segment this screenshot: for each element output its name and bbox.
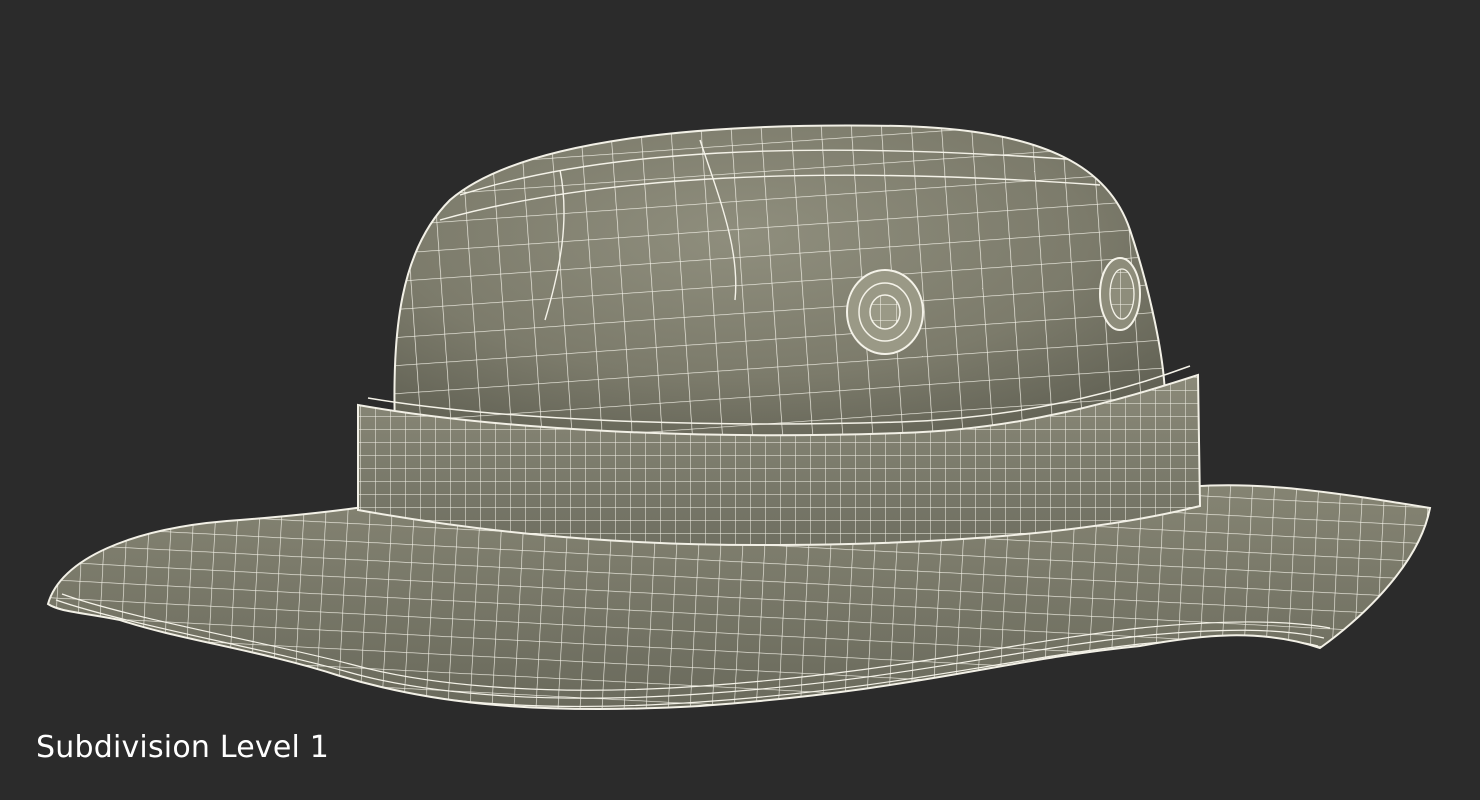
subdivision-level-caption: Subdivision Level 1 bbox=[36, 730, 330, 765]
grommet-left bbox=[846, 269, 924, 355]
render-viewport: Subdivision Level 1 bbox=[0, 0, 1480, 800]
hat-crown bbox=[393, 124, 1166, 441]
hat-render bbox=[46, 124, 1432, 711]
grommet-right bbox=[1099, 257, 1141, 331]
